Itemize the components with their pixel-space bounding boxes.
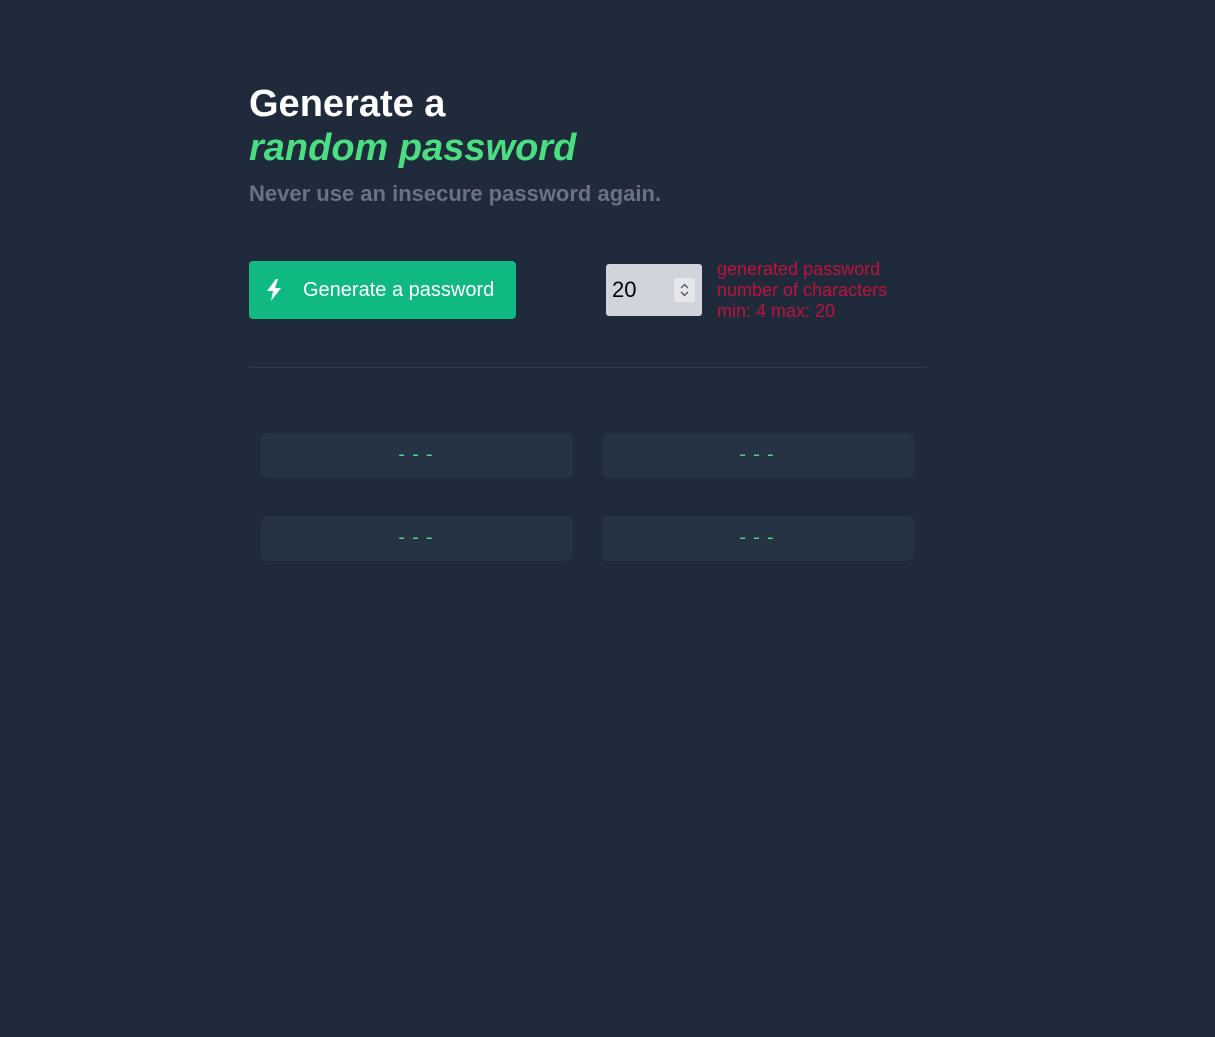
password-generator-page: Generate a random password Never use an … [0,0,1215,1037]
title-line-1: Generate a [249,83,446,125]
length-stepper[interactable] [674,278,695,302]
length-hint: generated password number of characters … [717,259,887,322]
password-output-2[interactable]: --- [602,433,914,478]
password-length-input[interactable] [606,264,672,316]
password-output-3[interactable]: --- [261,516,573,561]
page-title: Generate a random password [249,82,576,170]
password-output-1[interactable]: --- [261,433,573,478]
title-line-2: random password [249,127,577,169]
lightning-bolt-icon [265,279,283,301]
hint-line-3: min: 4 max: 20 [717,301,836,321]
hint-line-2: number of characters [717,280,888,300]
generate-button-label: Generate a password [303,278,495,301]
divider [249,367,926,368]
hint-line-1: generated password [717,259,881,279]
stepper-arrows-icon [680,283,689,297]
page-subtitle: Never use an insecure password again. [249,181,662,206]
password-output-4[interactable]: --- [602,516,914,561]
generate-password-button[interactable]: Generate a password [249,261,516,319]
